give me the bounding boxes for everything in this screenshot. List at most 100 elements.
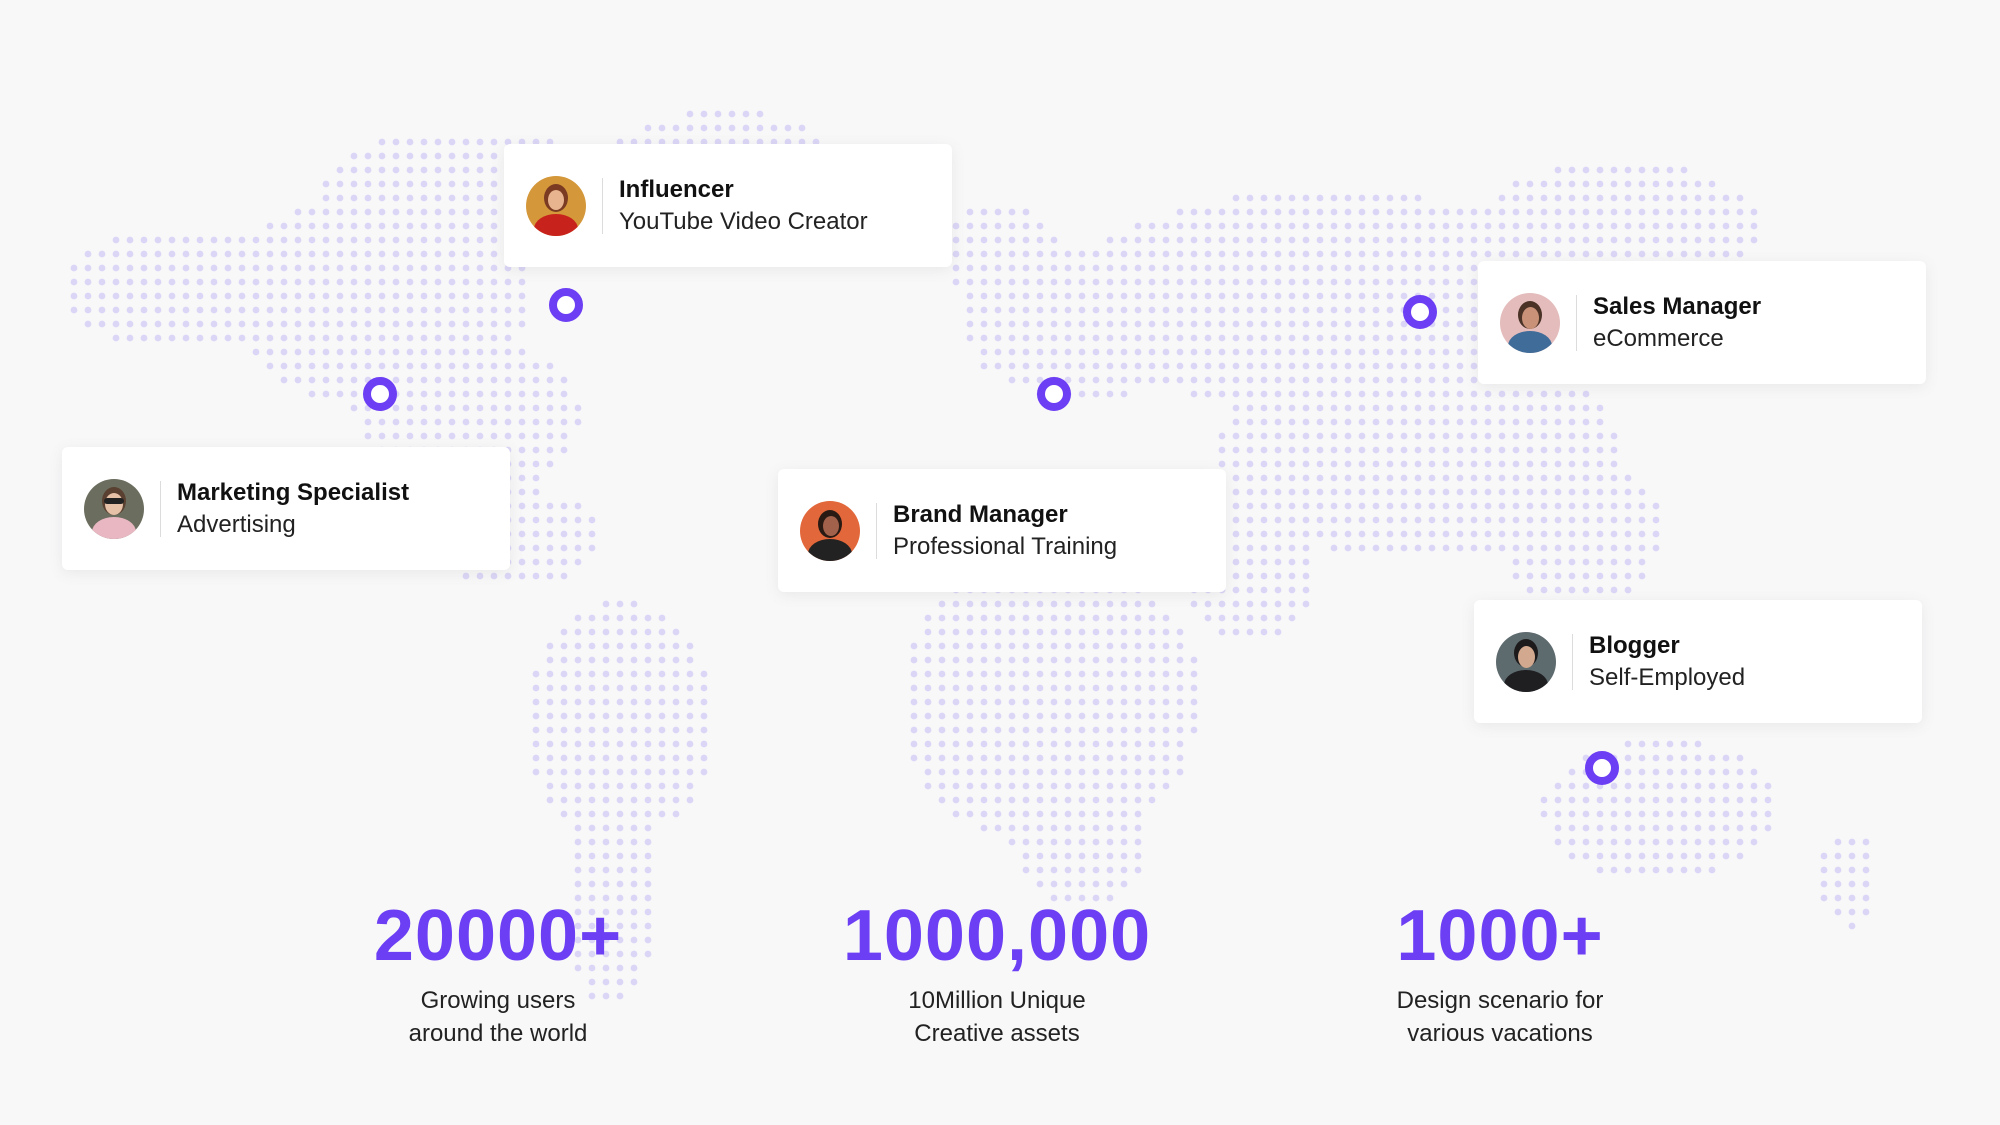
map-dot [630, 810, 638, 818]
map-dot [462, 152, 470, 160]
location-pin-canada[interactable] [549, 288, 583, 322]
map-dot [1750, 810, 1758, 818]
map-dot [406, 138, 414, 146]
map-dot [1092, 852, 1100, 860]
map-dot [1456, 264, 1464, 272]
map-dot [1624, 866, 1632, 874]
map-dot [574, 628, 582, 636]
map-dot [658, 656, 666, 664]
map-dot [210, 236, 218, 244]
map-dot [1484, 516, 1492, 524]
map-dot [1372, 474, 1380, 482]
map-dot [994, 754, 1002, 762]
map-dot [1120, 852, 1128, 860]
map-dot [1372, 194, 1380, 202]
map-dot [350, 194, 358, 202]
map-dot [1652, 852, 1660, 860]
map-dot [1834, 894, 1842, 902]
profile-card-sales-manager[interactable]: Sales Manager eCommerce [1478, 261, 1926, 384]
map-dot [1316, 320, 1324, 328]
map-dot [182, 236, 190, 244]
map-dot [378, 278, 386, 286]
map-dot [1302, 306, 1310, 314]
map-dot [1344, 292, 1352, 300]
map-dot [1316, 348, 1324, 356]
profile-card-brand-manager[interactable]: Brand Manager Professional Training [778, 469, 1226, 592]
map-dot [266, 320, 274, 328]
map-dot [1372, 208, 1380, 216]
map-dot [406, 320, 414, 328]
map-dot [1246, 558, 1254, 566]
map-dot [1176, 222, 1184, 230]
map-dot [1036, 866, 1044, 874]
map-dot [1554, 180, 1562, 188]
map-dot [1442, 474, 1450, 482]
map-dot [462, 376, 470, 384]
location-pin-north-america-west[interactable] [363, 377, 397, 411]
map-dot [1694, 208, 1702, 216]
map-dot [1260, 362, 1268, 370]
map-dot [588, 628, 596, 636]
map-dot [1750, 236, 1758, 244]
map-dot [546, 362, 554, 370]
map-dot [1358, 432, 1366, 440]
map-dot [1596, 418, 1604, 426]
map-dot [1176, 306, 1184, 314]
map-dot [938, 684, 946, 692]
map-dot [980, 278, 988, 286]
map-dot [1064, 628, 1072, 636]
map-dot [336, 306, 344, 314]
map-dot [1834, 908, 1842, 916]
map-dot [1288, 306, 1296, 314]
map-dot [910, 670, 918, 678]
map-dot [1288, 418, 1296, 426]
map-dot [966, 684, 974, 692]
map-dot [1610, 530, 1618, 538]
map-dot [308, 278, 316, 286]
map-dot [1498, 474, 1506, 482]
location-pin-southeast-asia[interactable] [1585, 751, 1619, 785]
profile-card-blogger[interactable]: Blogger Self-Employed [1474, 600, 1922, 723]
map-dot [1120, 600, 1128, 608]
map-dot [1456, 278, 1464, 286]
map-dot [588, 810, 596, 818]
map-dot [1330, 502, 1338, 510]
map-dot [980, 334, 988, 342]
profile-card-influencer[interactable]: Influencer YouTube Video Creator [504, 144, 952, 267]
map-dot [1638, 824, 1646, 832]
map-dot [952, 600, 960, 608]
map-dot [1652, 502, 1660, 510]
map-dot [1540, 208, 1548, 216]
map-dot [154, 264, 162, 272]
map-dot [1246, 222, 1254, 230]
map-dot [1106, 726, 1114, 734]
map-dot [602, 698, 610, 706]
map-dot [476, 138, 484, 146]
map-dot [532, 474, 540, 482]
map-dot [1708, 250, 1716, 258]
stat-label: Growing users around the world [348, 984, 648, 1050]
map-dot [1344, 362, 1352, 370]
map-dot [1288, 292, 1296, 300]
map-dot [1386, 348, 1394, 356]
map-dot [1568, 572, 1576, 580]
profile-card-marketing-specialist[interactable]: Marketing Specialist Advertising [62, 447, 510, 570]
map-dot [1316, 222, 1324, 230]
map-dot [602, 768, 610, 776]
map-dot [1162, 334, 1170, 342]
map-dot [1008, 684, 1016, 692]
location-pin-asia[interactable] [1403, 295, 1437, 329]
map-dot [1316, 390, 1324, 398]
map-dot [1022, 250, 1030, 258]
location-pin-europe[interactable] [1037, 377, 1071, 411]
map-dot [392, 278, 400, 286]
map-dot [644, 796, 652, 804]
map-dot [434, 376, 442, 384]
map-dot [1596, 866, 1604, 874]
map-dot [294, 222, 302, 230]
map-dot [1358, 446, 1366, 454]
map-dot [1008, 600, 1016, 608]
map-dot [672, 684, 680, 692]
map-dot [1302, 390, 1310, 398]
map-dot [406, 208, 414, 216]
